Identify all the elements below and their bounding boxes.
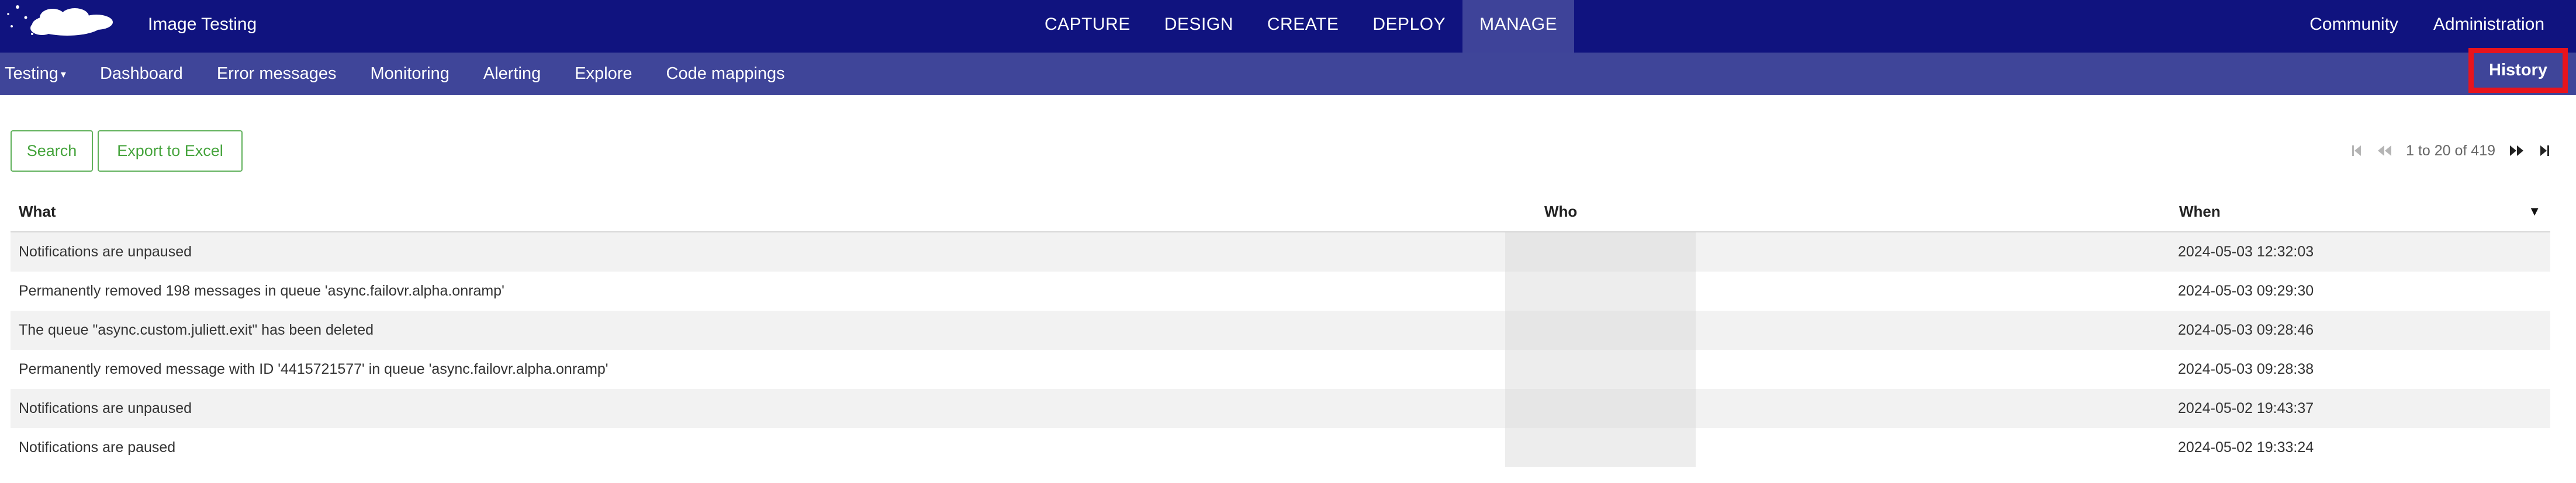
app-title: Image Testing: [148, 15, 257, 34]
column-header-who[interactable]: Who: [1544, 193, 1577, 231]
nav-capture[interactable]: CAPTURE: [1028, 0, 1147, 53]
history-table: What Who When ▼ Notifications are unpaus…: [11, 193, 2550, 467]
next-page-icon[interactable]: [2502, 136, 2530, 165]
subnav-testing-label: Testing: [5, 64, 58, 83]
cloud-logo-icon[interactable]: [0, 0, 129, 53]
cell-who: [1505, 389, 1696, 428]
export-to-excel-button[interactable]: Export to Excel: [98, 130, 243, 172]
table-row[interactable]: Permanently removed 198 messages in queu…: [11, 272, 2550, 311]
cell-what: Notifications are paused: [19, 439, 176, 456]
cell-who: [1505, 350, 1696, 389]
nav-deploy[interactable]: DEPLOY: [1356, 0, 1462, 53]
cell-what: Permanently removed 198 messages in queu…: [19, 283, 504, 299]
subnav-testing-dropdown[interactable]: Testing ▾: [0, 53, 83, 95]
cell-when: 2024-05-03 09:28:38: [2178, 361, 2314, 377]
top-right-links: Community Administration: [2292, 0, 2562, 53]
nav-create[interactable]: CREATE: [1250, 0, 1356, 53]
subnav-monitoring[interactable]: Monitoring: [353, 53, 466, 95]
column-header-what[interactable]: What: [19, 193, 56, 231]
cell-who: [1505, 311, 1696, 350]
cell-when: 2024-05-03 12:32:03: [2178, 244, 2314, 260]
cell-who: [1505, 272, 1696, 311]
nav-design[interactable]: DESIGN: [1147, 0, 1250, 53]
subnav-code-mappings[interactable]: Code mappings: [649, 53, 802, 95]
first-page-icon[interactable]: [2343, 136, 2371, 165]
cell-what: Permanently removed message with ID '441…: [19, 361, 608, 377]
column-header-when[interactable]: When: [2179, 193, 2221, 231]
table-row[interactable]: Notifications are unpaused 2024-05-02 19…: [11, 389, 2550, 428]
pagination: 1 to 20 of 419: [2343, 133, 2558, 168]
subnav-explore[interactable]: Explore: [558, 53, 649, 95]
subnav-error-messages[interactable]: Error messages: [200, 53, 354, 95]
table-header: What Who When ▼: [11, 193, 2550, 232]
table-row[interactable]: Notifications are unpaused 2024-05-03 12…: [11, 232, 2550, 272]
history-link[interactable]: History: [2468, 48, 2568, 93]
table-row[interactable]: The queue "async.custom.juliett.exit" ha…: [11, 311, 2550, 350]
nav-manage[interactable]: MANAGE: [1462, 0, 1575, 53]
prev-page-icon[interactable]: [2371, 136, 2399, 165]
community-link[interactable]: Community: [2292, 0, 2416, 53]
cell-what: Notifications are unpaused: [19, 244, 192, 260]
sub-nav: Testing ▾ Dashboard Error messages Monito…: [0, 48, 2576, 95]
subnav-alerting[interactable]: Alerting: [466, 53, 558, 95]
top-bar: Image Testing CAPTURE DESIGN CREATE DEPL…: [0, 0, 2576, 53]
administration-link[interactable]: Administration: [2416, 0, 2562, 53]
cell-what: Notifications are unpaused: [19, 400, 192, 416]
main-nav: CAPTURE DESIGN CREATE DEPLOY MANAGE: [1028, 0, 1575, 53]
search-button[interactable]: Search: [11, 130, 93, 172]
cell-what: The queue "async.custom.juliett.exit" ha…: [19, 322, 374, 338]
cell-when: 2024-05-02 19:43:37: [2178, 400, 2314, 416]
last-page-icon[interactable]: [2530, 136, 2558, 165]
cell-when: 2024-05-03 09:28:46: [2178, 322, 2314, 338]
table-row[interactable]: Permanently removed message with ID '441…: [11, 350, 2550, 389]
cell-who: [1505, 428, 1696, 467]
table-row[interactable]: Notifications are paused 2024-05-02 19:3…: [11, 428, 2550, 467]
caret-down-icon: ▾: [60, 68, 66, 80]
cell-when: 2024-05-03 09:29:30: [2178, 283, 2314, 299]
subnav-dashboard[interactable]: Dashboard: [83, 53, 200, 95]
sort-desc-icon[interactable]: ▼: [2528, 193, 2541, 231]
cell-when: 2024-05-02 19:33:24: [2178, 439, 2314, 456]
page-range-text: 1 to 20 of 419: [2406, 142, 2495, 159]
cell-who: [1505, 232, 1696, 272]
